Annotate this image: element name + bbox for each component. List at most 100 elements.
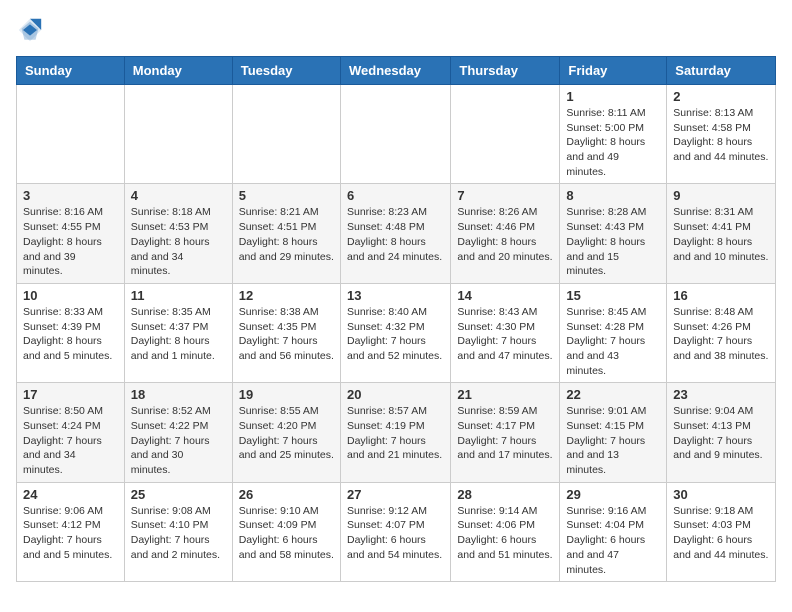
day-info: Sunrise: 8:45 AMSunset: 4:28 PMDaylight:…	[566, 305, 660, 378]
calendar-cell: 21 Sunrise: 8:59 AMSunset: 4:17 PMDayligh…	[451, 383, 560, 482]
day-number: 3	[23, 188, 118, 203]
day-info: Sunrise: 9:16 AMSunset: 4:04 PMDaylight:…	[566, 504, 660, 577]
day-number: 5	[239, 188, 334, 203]
calendar-cell: 22Sunrise: 9:01 AMSunset: 4:15 PMDayligh…	[560, 383, 667, 482]
calendar-cell: 7 Sunrise: 8:26 AMSunset: 4:46 PMDaylight…	[451, 184, 560, 283]
day-info: Sunrise: 8:50 AMSunset: 4:24 PMDaylight:…	[23, 404, 118, 477]
day-number: 22	[566, 387, 660, 402]
calendar-cell: 3Sunrise: 8:16 AMSunset: 4:55 PMDaylight…	[17, 184, 125, 283]
day-info: Sunrise: 8:11 AMSunset: 5:00 PMDaylight:…	[566, 106, 660, 179]
day-info: Sunrise: 9:06 AMSunset: 4:12 PMDaylight:…	[23, 504, 118, 563]
day-info: Sunrise: 9:08 AMSunset: 4:10 PMDaylight:…	[131, 504, 226, 563]
day-number: 23	[673, 387, 769, 402]
day-info: Sunrise: 8:31 AMSunset: 4:41 PMDaylight:…	[673, 205, 769, 264]
day-info: Sunrise: 9:14 AMSunset: 4:06 PMDaylight:…	[457, 504, 553, 563]
calendar-cell: 26Sunrise: 9:10 AMSunset: 4:09 PMDayligh…	[232, 482, 340, 581]
logo	[16, 16, 48, 44]
day-number: 9	[673, 188, 769, 203]
calendar-cell: 19 Sunrise: 8:55 AMSunset: 4:20 PMDayligh…	[232, 383, 340, 482]
calendar-cell: 5 Sunrise: 8:21 AMSunset: 4:51 PMDaylight…	[232, 184, 340, 283]
calendar-week-row: 1 Sunrise: 8:11 AMSunset: 5:00 PMDaylight…	[17, 85, 776, 184]
day-number: 4	[131, 188, 226, 203]
calendar-day-header: Thursday	[451, 57, 560, 85]
day-number: 12	[239, 288, 334, 303]
calendar-cell: 9 Sunrise: 8:31 AMSunset: 4:41 PMDaylight…	[667, 184, 776, 283]
day-number: 20	[347, 387, 444, 402]
calendar-cell: 14 Sunrise: 8:43 AMSunset: 4:30 PMDayligh…	[451, 283, 560, 382]
day-info: Sunrise: 8:59 AMSunset: 4:17 PMDaylight:…	[457, 404, 553, 463]
day-number: 27	[347, 487, 444, 502]
day-info: Sunrise: 8:23 AMSunset: 4:48 PMDaylight:…	[347, 205, 444, 264]
calendar-day-header: Wednesday	[340, 57, 450, 85]
day-info: Sunrise: 8:52 AMSunset: 4:22 PMDaylight:…	[131, 404, 226, 477]
day-info: Sunrise: 8:33 AMSunset: 4:39 PMDaylight:…	[23, 305, 118, 364]
calendar-week-row: 10 Sunrise: 8:33 AMSunset: 4:39 PMDayligh…	[17, 283, 776, 382]
day-number: 7	[457, 188, 553, 203]
day-number: 1	[566, 89, 660, 104]
calendar-header-row: SundayMondayTuesdayWednesdayThursdayFrid…	[17, 57, 776, 85]
day-info: Sunrise: 8:48 AMSunset: 4:26 PMDaylight:…	[673, 305, 769, 364]
calendar-cell: 17 Sunrise: 8:50 AMSunset: 4:24 PMDayligh…	[17, 383, 125, 482]
page-header	[16, 16, 776, 44]
calendar-cell: 4 Sunrise: 8:18 AMSunset: 4:53 PMDaylight…	[124, 184, 232, 283]
calendar-cell: 23Sunrise: 9:04 AMSunset: 4:13 PMDayligh…	[667, 383, 776, 482]
calendar-cell: 29 Sunrise: 9:16 AMSunset: 4:04 PMDayligh…	[560, 482, 667, 581]
calendar-day-header: Tuesday	[232, 57, 340, 85]
day-info: Sunrise: 8:40 AMSunset: 4:32 PMDaylight:…	[347, 305, 444, 364]
calendar-cell: 18 Sunrise: 8:52 AMSunset: 4:22 PMDayligh…	[124, 383, 232, 482]
calendar-cell: 12 Sunrise: 8:38 AMSunset: 4:35 PMDayligh…	[232, 283, 340, 382]
day-number: 13	[347, 288, 444, 303]
calendar-cell	[232, 85, 340, 184]
calendar-cell: 10 Sunrise: 8:33 AMSunset: 4:39 PMDayligh…	[17, 283, 125, 382]
day-info: Sunrise: 8:26 AMSunset: 4:46 PMDaylight:…	[457, 205, 553, 264]
calendar-cell: 28 Sunrise: 9:14 AMSunset: 4:06 PMDayligh…	[451, 482, 560, 581]
day-info: Sunrise: 8:35 AMSunset: 4:37 PMDaylight:…	[131, 305, 226, 364]
calendar-table: SundayMondayTuesdayWednesdayThursdayFrid…	[16, 56, 776, 582]
calendar-cell: 15 Sunrise: 8:45 AMSunset: 4:28 PMDayligh…	[560, 283, 667, 382]
day-number: 28	[457, 487, 553, 502]
calendar-cell: 27 Sunrise: 9:12 AMSunset: 4:07 PMDayligh…	[340, 482, 450, 581]
day-number: 18	[131, 387, 226, 402]
logo-icon	[16, 16, 44, 44]
day-info: Sunrise: 9:18 AMSunset: 4:03 PMDaylight:…	[673, 504, 769, 563]
day-number: 29	[566, 487, 660, 502]
day-info: Sunrise: 8:38 AMSunset: 4:35 PMDaylight:…	[239, 305, 334, 364]
calendar-cell: 13 Sunrise: 8:40 AMSunset: 4:32 PMDayligh…	[340, 283, 450, 382]
calendar-week-row: 3Sunrise: 8:16 AMSunset: 4:55 PMDaylight…	[17, 184, 776, 283]
calendar-week-row: 17 Sunrise: 8:50 AMSunset: 4:24 PMDayligh…	[17, 383, 776, 482]
day-number: 10	[23, 288, 118, 303]
day-number: 15	[566, 288, 660, 303]
calendar-cell: 30 Sunrise: 9:18 AMSunset: 4:03 PMDayligh…	[667, 482, 776, 581]
day-info: Sunrise: 8:13 AMSunset: 4:58 PMDaylight:…	[673, 106, 769, 165]
day-number: 21	[457, 387, 553, 402]
calendar-cell: 1 Sunrise: 8:11 AMSunset: 5:00 PMDaylight…	[560, 85, 667, 184]
day-info: Sunrise: 8:18 AMSunset: 4:53 PMDaylight:…	[131, 205, 226, 278]
day-number: 25	[131, 487, 226, 502]
calendar-cell: 8 Sunrise: 8:28 AMSunset: 4:43 PMDaylight…	[560, 184, 667, 283]
day-info: Sunrise: 8:57 AMSunset: 4:19 PMDaylight:…	[347, 404, 444, 463]
calendar-day-header: Friday	[560, 57, 667, 85]
day-info: Sunrise: 8:55 AMSunset: 4:20 PMDaylight:…	[239, 404, 334, 463]
day-number: 11	[131, 288, 226, 303]
day-info: Sunrise: 8:28 AMSunset: 4:43 PMDaylight:…	[566, 205, 660, 278]
day-info: Sunrise: 8:43 AMSunset: 4:30 PMDaylight:…	[457, 305, 553, 364]
calendar-cell: 25 Sunrise: 9:08 AMSunset: 4:10 PMDayligh…	[124, 482, 232, 581]
calendar-cell	[17, 85, 125, 184]
day-number: 16	[673, 288, 769, 303]
day-number: 6	[347, 188, 444, 203]
day-info: Sunrise: 8:21 AMSunset: 4:51 PMDaylight:…	[239, 205, 334, 264]
day-number: 17	[23, 387, 118, 402]
day-number: 19	[239, 387, 334, 402]
day-number: 30	[673, 487, 769, 502]
calendar-cell: 6 Sunrise: 8:23 AMSunset: 4:48 PMDaylight…	[340, 184, 450, 283]
calendar-day-header: Monday	[124, 57, 232, 85]
calendar-cell	[124, 85, 232, 184]
day-number: 8	[566, 188, 660, 203]
calendar-cell	[451, 85, 560, 184]
calendar-week-row: 24Sunrise: 9:06 AMSunset: 4:12 PMDayligh…	[17, 482, 776, 581]
day-number: 14	[457, 288, 553, 303]
calendar-cell: 16 Sunrise: 8:48 AMSunset: 4:26 PMDayligh…	[667, 283, 776, 382]
calendar-day-header: Sunday	[17, 57, 125, 85]
day-info: Sunrise: 9:12 AMSunset: 4:07 PMDaylight:…	[347, 504, 444, 563]
calendar-day-header: Saturday	[667, 57, 776, 85]
